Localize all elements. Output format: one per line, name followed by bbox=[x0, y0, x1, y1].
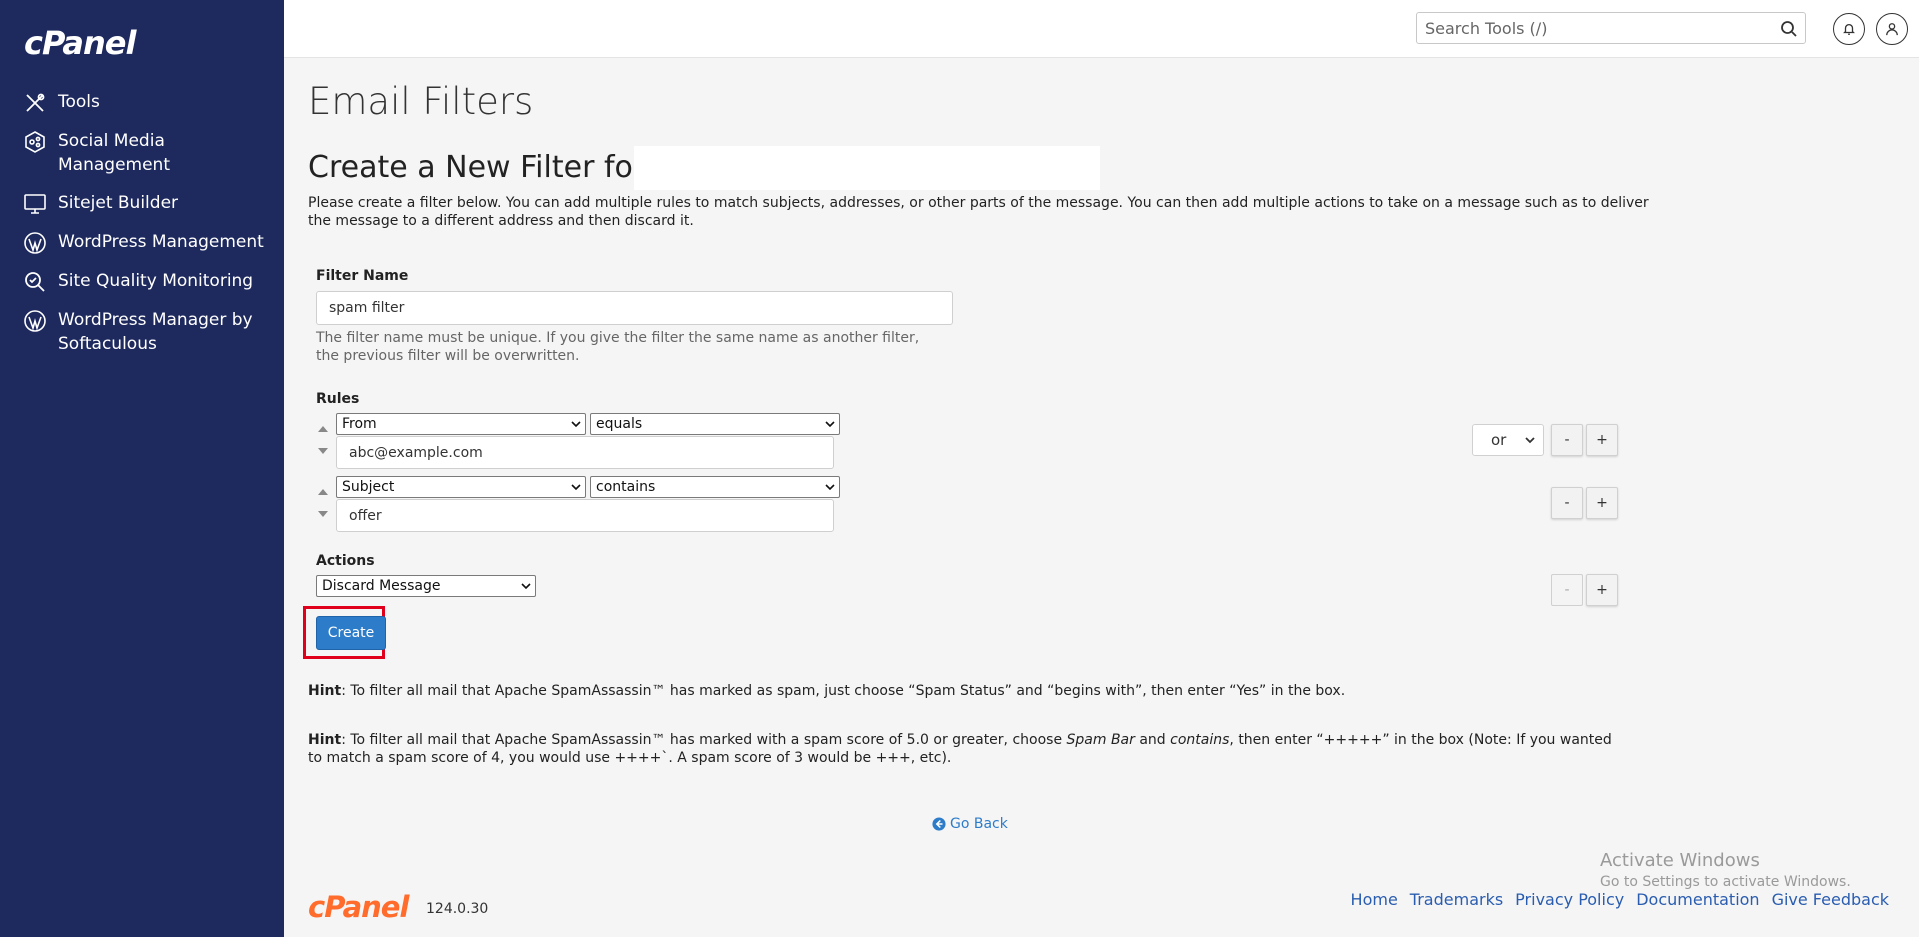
sidebar: cPanel Tools Social Media Management Sit… bbox=[0, 0, 284, 937]
wordpress-icon bbox=[24, 310, 46, 332]
version-number: 124.0.30 bbox=[426, 901, 489, 917]
rule-value-input[interactable]: offer bbox=[336, 499, 834, 532]
hint-spam-score: Hint: To filter all mail that Apache Spa… bbox=[308, 731, 1628, 767]
tools-icon bbox=[26, 93, 45, 112]
action-select[interactable]: Discard Message bbox=[316, 575, 536, 597]
rules-label: Rules bbox=[316, 391, 360, 407]
filter-name-help: The filter name must be unique. If you g… bbox=[316, 330, 920, 364]
redacted-email-area bbox=[634, 146, 1100, 190]
action-value: Discard Message bbox=[322, 578, 441, 594]
remove-action-button[interactable]: - bbox=[1551, 574, 1583, 606]
hint-label: Hint bbox=[308, 683, 342, 699]
chevron-down-icon bbox=[825, 421, 835, 428]
rule-field-select[interactable]: Subject bbox=[336, 476, 586, 498]
footer-cpanel-logo[interactable]: cPanel bbox=[308, 890, 409, 924]
activate-windows-title: Activate Windows bbox=[1600, 850, 1760, 871]
add-rule-button[interactable]: + bbox=[1586, 487, 1618, 519]
sidebar-item-tools[interactable]: Tools bbox=[0, 90, 284, 115]
search-input[interactable] bbox=[1417, 13, 1757, 43]
search-box bbox=[1416, 12, 1806, 44]
chevron-down-icon bbox=[1525, 437, 1535, 444]
filter-name-input[interactable]: spam filter bbox=[316, 291, 953, 325]
remove-rule-button[interactable]: - bbox=[1551, 424, 1583, 456]
sidebar-item-sitejet[interactable]: Sitejet Builder bbox=[0, 191, 284, 216]
sidebar-item-label: Site Quality Monitoring bbox=[58, 271, 254, 291]
activate-windows-subtitle: Go to Settings to activate Windows. bbox=[1600, 874, 1851, 890]
move-down-icon[interactable] bbox=[318, 448, 328, 454]
move-up-icon[interactable] bbox=[318, 489, 328, 495]
sidebar-item-label: WordPress Management bbox=[58, 232, 264, 252]
arrow-left-circle-icon bbox=[932, 817, 946, 831]
footer-link-home[interactable]: Home bbox=[1351, 890, 1398, 909]
rule-connector-select[interactable]: or bbox=[1472, 424, 1544, 456]
sidebar-item-social-media[interactable]: Social Media Management bbox=[0, 129, 284, 177]
section-title: Create a New Filter for bbox=[308, 150, 646, 185]
top-bar bbox=[284, 0, 1919, 58]
chevron-down-icon bbox=[571, 421, 581, 428]
sidebar-item-wordpress-softaculous[interactable]: WordPress Manager by Softaculous bbox=[0, 308, 284, 356]
wordpress-icon bbox=[24, 232, 46, 254]
search-icon[interactable] bbox=[1779, 19, 1799, 39]
page-title: Email Filters bbox=[308, 80, 534, 123]
footer-link-privacy-policy[interactable]: Privacy Policy bbox=[1515, 890, 1624, 909]
hint-text: : To filter all mail that Apache SpamAss… bbox=[341, 683, 1346, 699]
cpanel-logo[interactable]: cPanel bbox=[24, 24, 136, 62]
rule-connector-value: or bbox=[1491, 431, 1507, 449]
magnifier-check-icon bbox=[25, 272, 45, 292]
hint-emphasis: contains bbox=[1170, 732, 1230, 748]
sidebar-item-label: Tools bbox=[58, 92, 100, 112]
monitor-icon bbox=[24, 194, 46, 214]
move-down-icon[interactable] bbox=[318, 511, 328, 517]
notifications-button[interactable] bbox=[1833, 13, 1865, 45]
hint-text: : To filter all mail that Apache SpamAss… bbox=[341, 732, 1067, 748]
footer-link-trademarks[interactable]: Trademarks bbox=[1410, 890, 1503, 909]
hint-emphasis: Spam Bar bbox=[1066, 732, 1135, 748]
bell-icon bbox=[1843, 23, 1855, 35]
chevron-down-icon bbox=[825, 484, 835, 491]
rule-operator-select[interactable]: contains bbox=[590, 476, 840, 498]
rule-field-value: From bbox=[342, 416, 377, 432]
sidebar-item-label: WordPress Manager by Softaculous bbox=[58, 310, 253, 354]
page-description: Please create a filter below. You can ad… bbox=[308, 195, 1649, 229]
add-rule-button[interactable]: + bbox=[1586, 424, 1618, 456]
footer-link-give-feedback[interactable]: Give Feedback bbox=[1772, 890, 1889, 909]
rule-field-select[interactable]: From bbox=[336, 413, 586, 435]
rule-operator-value: equals bbox=[596, 416, 643, 432]
hint-spam-status: Hint: To filter all mail that Apache Spa… bbox=[308, 682, 1918, 700]
go-back-link[interactable]: Go Back bbox=[932, 816, 1008, 832]
sidebar-item-site-quality[interactable]: Site Quality Monitoring bbox=[0, 269, 284, 294]
chevron-down-icon bbox=[521, 583, 531, 590]
filter-name-label: Filter Name bbox=[316, 268, 409, 284]
create-button[interactable]: Create bbox=[316, 616, 386, 650]
user-icon bbox=[1886, 23, 1898, 36]
sidebar-item-wordpress-management[interactable]: WordPress Management bbox=[0, 230, 284, 255]
move-up-icon[interactable] bbox=[318, 426, 328, 432]
footer-links: Home Trademarks Privacy Policy Documenta… bbox=[1351, 890, 1889, 909]
footer-link-documentation[interactable]: Documentation bbox=[1636, 890, 1759, 909]
actions-label: Actions bbox=[316, 553, 375, 569]
remove-rule-button[interactable]: - bbox=[1551, 487, 1583, 519]
sidebar-item-label: Social Media Management bbox=[58, 131, 170, 175]
rule-operator-select[interactable]: equals bbox=[590, 413, 840, 435]
main-content: Email Filters Create a New Filter for Pl… bbox=[284, 58, 1919, 937]
hint-label: Hint bbox=[308, 732, 342, 748]
chevron-down-icon bbox=[571, 484, 581, 491]
go-back-label: Go Back bbox=[950, 816, 1008, 832]
rule-operator-value: contains bbox=[596, 479, 656, 495]
sidebar-nav: Tools Social Media Management Sitejet Bu… bbox=[0, 90, 284, 370]
rule-field-value: Subject bbox=[342, 479, 395, 495]
hint-text: and bbox=[1134, 732, 1171, 748]
rule-value-input[interactable]: abc@example.com bbox=[336, 436, 834, 469]
sidebar-item-label: Sitejet Builder bbox=[58, 193, 179, 213]
social-media-icon bbox=[25, 131, 45, 153]
add-action-button[interactable]: + bbox=[1586, 574, 1618, 606]
user-menu-button[interactable] bbox=[1876, 13, 1908, 45]
